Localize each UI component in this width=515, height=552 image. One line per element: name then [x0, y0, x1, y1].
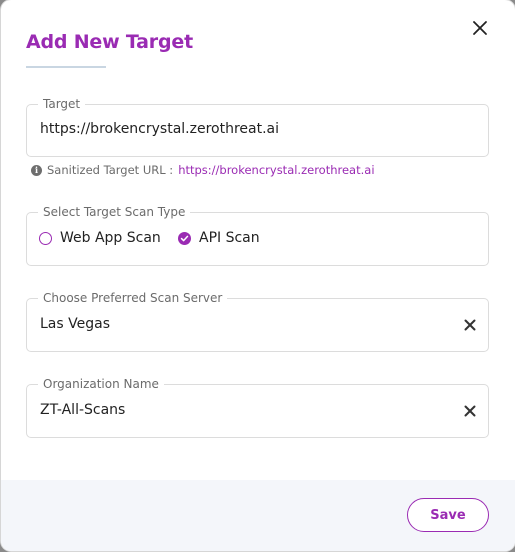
sanitized-url-label: Sanitized Target URL :: [47, 163, 174, 177]
close-icon: [473, 21, 487, 35]
scan-server-label: Choose Preferred Scan Server: [38, 290, 228, 306]
close-button[interactable]: [469, 17, 491, 39]
organization-select[interactable]: ZT-All-Scans: [40, 402, 125, 418]
target-input[interactable]: https://brokencrystal.zerothreat.ai: [40, 121, 279, 137]
title-underline: [26, 66, 106, 68]
scan-server-select[interactable]: Las Vegas: [40, 316, 110, 332]
target-field[interactable]: Target https://brokencrystal.zerothreat.…: [26, 96, 489, 157]
radio-web-app-scan-label: Web App Scan: [60, 230, 161, 246]
scan-type-field: Select Target Scan Type Web App Scan API…: [26, 204, 489, 266]
radio-web-app-scan[interactable]: Web App Scan: [39, 230, 161, 246]
radio-api-scan[interactable]: API Scan: [178, 230, 260, 246]
radio-unchecked-icon: [39, 231, 52, 245]
save-button[interactable]: Save: [407, 498, 489, 532]
sanitized-url-note: i Sanitized Target URL : https://brokenc…: [31, 163, 375, 177]
info-icon: i: [31, 164, 42, 176]
dialog-title: Add New Target: [26, 31, 193, 53]
target-label: Target: [38, 96, 86, 112]
scan-type-label: Select Target Scan Type: [38, 204, 191, 220]
add-target-dialog: Add New Target Target https://brokencrys…: [1, 0, 515, 551]
scan-server-field[interactable]: Choose Preferred Scan Server Las Vegas: [26, 290, 489, 352]
sanitized-url-link[interactable]: https://brokencrystal.zerothreat.ai: [178, 163, 374, 177]
organization-label: Organization Name: [38, 376, 164, 392]
radio-checked-icon: [178, 231, 191, 245]
organization-field[interactable]: Organization Name ZT-All-Scans: [26, 376, 489, 438]
clear-scan-server-icon[interactable]: [464, 319, 476, 331]
clear-organization-icon[interactable]: [464, 405, 476, 417]
radio-api-scan-label: API Scan: [199, 230, 260, 246]
